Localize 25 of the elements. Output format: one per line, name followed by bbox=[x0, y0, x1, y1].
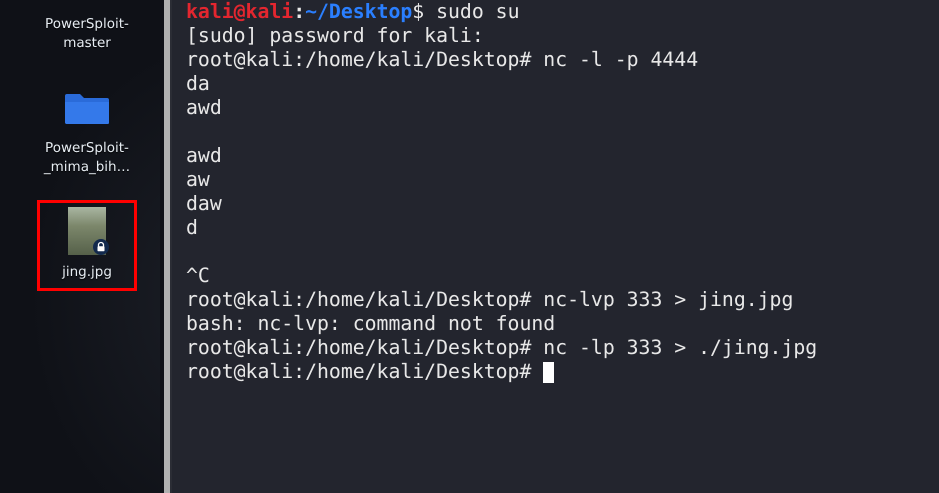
terminal-line: root@kali:/home/kali/Desktop# bbox=[186, 360, 532, 384]
icon-label: PowerSploit-master bbox=[44, 15, 130, 53]
prompt-user: kali@kali bbox=[186, 0, 294, 24]
prompt-path: ~/Desktop bbox=[305, 0, 412, 24]
terminal-line: root@kali:/home/kali/Desktop# nc-lvp 333 > jing.jpg bbox=[186, 288, 794, 312]
terminal-line: root@kali:/home/kali/Desktop# nc -l -p 4444 bbox=[186, 48, 698, 72]
terminal-line: root@kali:/home/kali/Desktop# nc -lp 333 > ./jing.jpg bbox=[186, 336, 818, 360]
desktop-icon[interactable]: PowerSploit-_mima_bih… bbox=[37, 76, 137, 186]
terminal-line: awd bbox=[186, 96, 222, 120]
terminal-line: bash: nc-lvp: command not found bbox=[186, 312, 556, 336]
icon-label: jing.jpg bbox=[60, 263, 113, 282]
icon-label: PowerSploit-_mima_bih… bbox=[42, 139, 132, 177]
terminal-line: d bbox=[186, 216, 198, 240]
terminal-line: daw bbox=[186, 192, 222, 216]
terminal-line: ^C bbox=[186, 264, 210, 288]
folder-icon bbox=[64, 93, 110, 125]
terminal-line: awd bbox=[186, 144, 222, 168]
desktop-icon[interactable]: jing.jpg bbox=[37, 200, 137, 291]
photo-placeholder bbox=[68, 207, 106, 255]
terminal-line: aw bbox=[186, 168, 210, 192]
command-text: $ sudo su bbox=[412, 0, 520, 24]
terminal-line: [sudo] password for kali: bbox=[186, 24, 484, 48]
terminal-line: da bbox=[186, 72, 210, 96]
desktop-icon[interactable]: PowerSploit-master bbox=[37, 8, 137, 62]
prompt-separator: : bbox=[293, 0, 306, 24]
